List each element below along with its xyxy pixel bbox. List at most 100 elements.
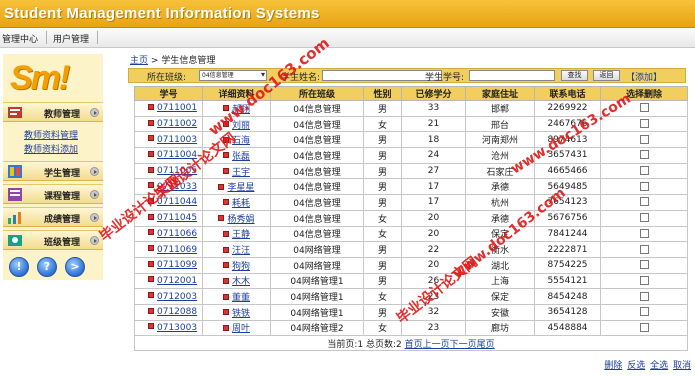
- expand-icon[interactable]: [222, 136, 229, 143]
- prev-page-link[interactable]: 上一页: [423, 340, 450, 350]
- expand-icon[interactable]: [218, 215, 225, 222]
- expand-icon[interactable]: [218, 183, 225, 190]
- row-checkbox[interactable]: [639, 260, 649, 270]
- row-checkbox[interactable]: [639, 322, 649, 332]
- menu-student-management[interactable]: 学生管理: [3, 161, 103, 181]
- expand-icon[interactable]: [148, 103, 154, 110]
- expand-icon[interactable]: [148, 213, 154, 220]
- last-page-link[interactable]: 尾页: [477, 340, 495, 350]
- number-search-input[interactable]: [469, 70, 555, 81]
- menu-teacher-management[interactable]: 教师管理: [3, 102, 103, 122]
- expand-icon[interactable]: [148, 150, 154, 157]
- cell-details-link[interactable]: 木木: [232, 277, 250, 287]
- add-student-link[interactable]: 【添加】: [626, 70, 662, 83]
- nav-user-management[interactable]: 用户管理: [53, 32, 89, 45]
- cell-details-link[interactable]: 董董: [232, 293, 250, 303]
- cell-student-id[interactable]: 0711045: [157, 213, 197, 223]
- expand-icon[interactable]: [148, 182, 154, 189]
- expand-icon[interactable]: [222, 293, 229, 300]
- row-checkbox[interactable]: [639, 119, 649, 129]
- expand-icon[interactable]: [148, 197, 154, 204]
- expand-icon[interactable]: [148, 323, 154, 330]
- cell-details-link[interactable]: 铁铁: [232, 309, 250, 319]
- expand-icon[interactable]: [148, 166, 154, 173]
- cell-details-link[interactable]: 周叶: [232, 324, 250, 334]
- expand-icon[interactable]: [148, 292, 154, 299]
- invert-selection-link[interactable]: 反选: [627, 361, 645, 371]
- col-header-gender[interactable]: 性别: [363, 86, 402, 101]
- col-header-details[interactable]: 详细资料: [202, 86, 271, 101]
- cell-student-id[interactable]: 0711033: [157, 182, 197, 192]
- expand-icon[interactable]: [222, 262, 229, 269]
- help-icon[interactable]: ?: [37, 257, 57, 277]
- cell-student-id[interactable]: 0711002: [157, 119, 197, 129]
- cell-student-id[interactable]: 0712001: [157, 276, 197, 286]
- cell-details-link[interactable]: 李星星: [227, 183, 254, 193]
- cell-details-link[interactable]: 石海: [232, 136, 250, 146]
- nav-admin-center[interactable]: 管理中心: [2, 32, 38, 45]
- row-checkbox[interactable]: [639, 213, 649, 223]
- cell-details-link[interactable]: 郝翔: [232, 105, 250, 115]
- cell-details-link[interactable]: 杨秀娟: [227, 215, 254, 225]
- cancel-selection-link[interactable]: 取消: [673, 361, 691, 371]
- cell-student-id[interactable]: 0711004: [157, 150, 197, 160]
- cell-details-link[interactable]: 耗耗: [232, 199, 250, 209]
- cell-details-link[interactable]: 王宇: [232, 168, 250, 178]
- cell-details-link[interactable]: 狗狗: [232, 262, 250, 272]
- cell-student-id[interactable]: 0711069: [157, 245, 197, 255]
- submenu-teacher-info-manage[interactable]: 教师资料管理: [24, 128, 78, 141]
- cell-student-id[interactable]: 0711099: [157, 260, 197, 270]
- col-header-phone[interactable]: 联系电话: [534, 86, 601, 101]
- cell-student-id[interactable]: 0713003: [157, 323, 197, 333]
- row-checkbox[interactable]: [639, 228, 649, 238]
- expand-icon[interactable]: [222, 246, 229, 253]
- row-checkbox[interactable]: [639, 291, 649, 301]
- class-filter-select[interactable]: 04信息管理: [199, 70, 267, 81]
- row-checkbox[interactable]: [639, 150, 649, 160]
- cell-details-link[interactable]: 汪汪: [232, 246, 250, 256]
- expand-icon[interactable]: [148, 229, 154, 236]
- cell-details-link[interactable]: 王静: [232, 230, 250, 240]
- delete-selected-link[interactable]: 删除: [604, 361, 622, 371]
- row-checkbox[interactable]: [639, 134, 649, 144]
- row-checkbox[interactable]: [639, 244, 649, 254]
- row-checkbox[interactable]: [639, 197, 649, 207]
- row-checkbox[interactable]: [639, 307, 649, 317]
- next-page-link[interactable]: 下一页: [450, 340, 477, 350]
- forward-icon[interactable]: >: [65, 257, 85, 277]
- expand-icon[interactable]: [148, 260, 154, 267]
- back-button[interactable]: 返回: [593, 70, 620, 81]
- alert-icon[interactable]: !: [9, 257, 29, 277]
- select-all-link[interactable]: 全选: [650, 361, 668, 371]
- cell-student-id[interactable]: 0712088: [157, 307, 197, 317]
- cell-student-id[interactable]: 0711003: [157, 135, 197, 145]
- menu-course-management[interactable]: 课程管理: [3, 184, 103, 204]
- cell-details-link[interactable]: 刘丽: [232, 121, 250, 131]
- menu-grades-management[interactable]: 成绩管理: [3, 207, 103, 227]
- row-checkbox[interactable]: [639, 166, 649, 176]
- expand-icon[interactable]: [222, 121, 229, 128]
- expand-icon[interactable]: [222, 152, 229, 159]
- row-checkbox[interactable]: [639, 181, 649, 191]
- cell-student-id[interactable]: 0711005: [157, 166, 197, 176]
- col-header-student-id[interactable]: 学号: [134, 86, 203, 101]
- expand-icon[interactable]: [222, 277, 229, 284]
- expand-icon[interactable]: [148, 119, 154, 126]
- expand-icon[interactable]: [148, 135, 154, 142]
- expand-icon[interactable]: [148, 245, 154, 252]
- expand-icon[interactable]: [148, 307, 154, 314]
- expand-icon[interactable]: [148, 276, 154, 283]
- expand-icon[interactable]: [222, 309, 229, 316]
- name-search-input[interactable]: [322, 70, 442, 81]
- expand-icon[interactable]: [222, 324, 229, 331]
- expand-icon[interactable]: [222, 199, 229, 206]
- col-header-address[interactable]: 家庭住址: [465, 86, 535, 101]
- expand-icon[interactable]: [222, 105, 229, 112]
- cell-student-id[interactable]: 0711001: [157, 103, 197, 113]
- expand-icon[interactable]: [222, 168, 229, 175]
- breadcrumb-home[interactable]: 主页: [130, 56, 148, 66]
- cell-student-id[interactable]: 0711066: [157, 229, 197, 239]
- row-checkbox[interactable]: [639, 103, 649, 113]
- search-button[interactable]: 查找: [561, 70, 588, 81]
- cell-student-id[interactable]: 0711044: [157, 197, 197, 207]
